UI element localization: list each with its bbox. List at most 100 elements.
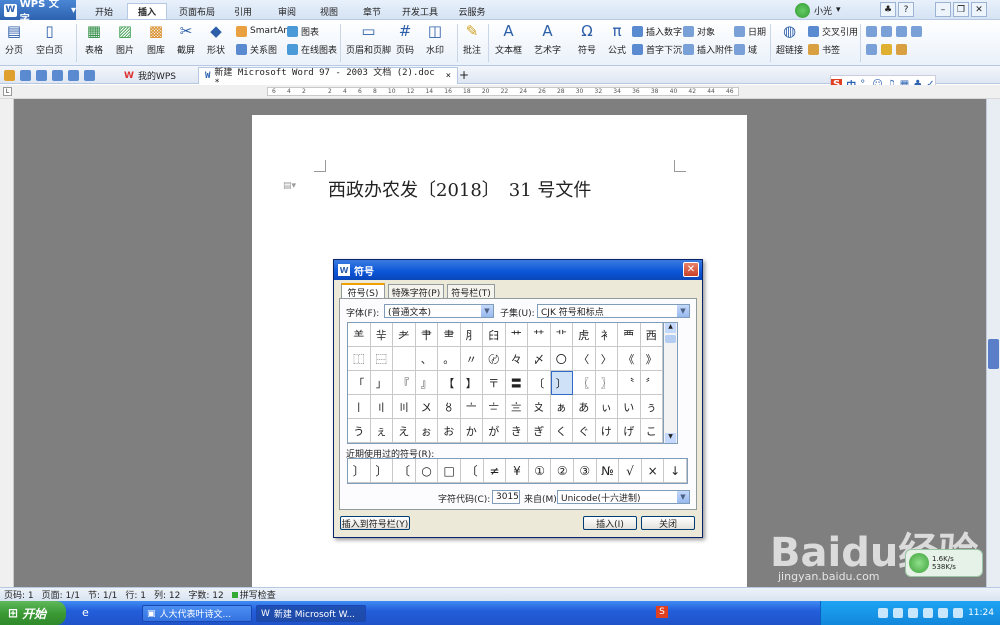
recent-symbol-cell[interactable]: ↓ (664, 459, 687, 483)
symbol-cell[interactable]: え (393, 419, 416, 443)
symbol-cell[interactable]: い (618, 395, 641, 419)
gallery-button[interactable]: ▩ 图库 (146, 22, 166, 56)
symbol-cell[interactable]: ⻂ (595, 323, 618, 347)
app-menu-button[interactable]: W WPS 文字 ▾ (0, 0, 76, 25)
symbol-cell[interactable]: ⻃ (618, 323, 641, 347)
symbol-cell[interactable]: 〕 (550, 371, 573, 395)
subset-select[interactable]: CJK 符号和标点 ▼ (537, 304, 690, 318)
symbol-cell[interactable]: 」 (370, 371, 393, 395)
document-title-text[interactable]: 西政办农发〔2018〕 31 号文件 (328, 176, 591, 202)
recent-symbol-cell[interactable]: ¥ (506, 459, 529, 483)
close-icon[interactable]: × (446, 71, 451, 81)
symbol-cell[interactable]: け (595, 419, 618, 443)
insert-to-bar-button[interactable]: 插入到符号栏(Y) (340, 516, 410, 530)
symbol-cell[interactable]: 〢 (370, 395, 393, 419)
recent-symbol-cell[interactable]: □ (438, 459, 461, 483)
print-icon[interactable] (36, 70, 47, 81)
ruler-scale[interactable]: 6 4 2 2 4 6 8 10 12 14 16 18 20 22 24 26 28 30 32 34 36 38 40 4… (267, 87, 739, 96)
symbol-cell[interactable]: 「 (348, 371, 371, 395)
recent-symbol-cell[interactable]: × (641, 459, 665, 483)
start-button[interactable]: ⊞ 开始 (0, 601, 66, 625)
shape-button[interactable]: ◆ 形状 (206, 22, 226, 56)
symbol-cell[interactable]: 〒 (483, 371, 506, 395)
recent-symbol-cell[interactable]: 〔 (461, 459, 484, 483)
taskbar-item[interactable]: W 新建 Microsoft W... (256, 605, 366, 622)
symbol-cell[interactable]: ⻄ (640, 323, 663, 347)
status-words[interactable]: 字数: 12 (188, 588, 223, 601)
wordart-button[interactable]: A 艺术字 (534, 22, 561, 56)
recent-symbol-cell[interactable]: ≠ (483, 459, 507, 483)
symbol-cell[interactable]: 〧 (483, 395, 506, 419)
tray-icon[interactable] (893, 608, 904, 618)
open-icon[interactable] (4, 70, 15, 81)
symbol-cell[interactable]: ⿱ (370, 347, 393, 371)
smartart-button[interactable]: SmartArt (236, 24, 291, 38)
symbol-cell[interactable]: 》 (640, 347, 663, 371)
chart-button[interactable]: 图表 (287, 24, 319, 38)
symbol-cell[interactable]: 〆 (528, 347, 551, 371)
preview-icon[interactable] (52, 70, 63, 81)
symbol-cell[interactable]: 〓 (505, 371, 528, 395)
help-icon[interactable]: ? (898, 2, 914, 17)
taskbar-item[interactable]: ▣ 人大代表叶诗文... (142, 605, 252, 622)
recent-symbol-cell[interactable]: ② (551, 459, 574, 483)
minimize-button[interactable]: – (935, 2, 951, 17)
symbol-cell[interactable] (393, 347, 416, 371)
tab-start[interactable]: 开始 (84, 3, 124, 19)
field-button[interactable]: 域 (734, 42, 757, 56)
scroll-up-icon[interactable]: ▲ (665, 323, 676, 333)
symbol-cell[interactable]: 〇 (550, 347, 573, 371)
scroll-thumb[interactable] (665, 335, 676, 343)
recent-symbol-cell[interactable]: № (596, 459, 620, 483)
close-button[interactable]: ✕ (971, 2, 987, 17)
symbol-cell[interactable]: ぇ (370, 419, 393, 443)
symbol-button[interactable]: Ω 符号 (577, 22, 597, 56)
tab-stop-selector[interactable]: L (3, 87, 12, 96)
hyperlink-button[interactable]: ◍ 超链接 (776, 22, 803, 56)
lock-icon[interactable] (896, 44, 907, 55)
recent-symbol-cell[interactable]: ③ (574, 459, 597, 483)
symbol-cell[interactable]: 《 (618, 347, 641, 371)
symbol-cell[interactable]: 々 (505, 347, 528, 371)
recent-symbol-cell[interactable]: 〕 (348, 459, 371, 483)
format-icon[interactable] (911, 26, 922, 37)
symbol-cell[interactable]: 、 (415, 347, 438, 371)
font-select[interactable]: (普通文本) ▼ (384, 304, 494, 318)
formula-button[interactable]: π 公式 (607, 22, 627, 56)
vertical-scrollbar[interactable] (986, 99, 1000, 587)
tab-review[interactable]: 审阅 (270, 3, 304, 19)
symbol-cell[interactable]: ⺿ (528, 323, 551, 347)
symbol-cell[interactable]: ぉ (415, 419, 438, 443)
object-button[interactable]: 对象 (683, 24, 715, 38)
symbol-cell[interactable]: 〃 (460, 347, 483, 371)
symbol-cell[interactable]: 〩 (528, 395, 551, 419)
tab-developer[interactable]: 开发工具 (398, 3, 442, 19)
restore-button[interactable]: ❐ (953, 2, 969, 17)
recent-symbol-cell[interactable]: √ (619, 459, 642, 483)
tab-references[interactable]: 引用 (226, 3, 260, 19)
symbol-cell[interactable]: ぐ (573, 419, 596, 443)
symbol-cell[interactable]: 〉 (595, 347, 618, 371)
new-tab-button[interactable]: + (459, 68, 469, 82)
watermark-button[interactable]: ◫ 水印 (425, 22, 445, 56)
sogou-tray-icon[interactable]: S (656, 606, 668, 618)
symbol-cell[interactable]: ⻀ (550, 323, 573, 347)
tray-icon[interactable] (878, 608, 889, 618)
symbol-cell[interactable]: 〣 (393, 395, 416, 419)
symbol-cell[interactable]: ⺾ (505, 323, 528, 347)
tray-icon[interactable] (938, 608, 949, 618)
date-button[interactable]: 日期 (734, 24, 766, 38)
symbol-cell[interactable]: ぁ (550, 395, 573, 419)
symbol-cell[interactable]: 】 (460, 371, 483, 395)
recent-symbol-cell[interactable]: 〕 (370, 459, 394, 483)
spellcheck-status[interactable]: 拼写检查 (231, 588, 276, 601)
dialog-title-bar[interactable]: W 符号 (334, 260, 702, 280)
screenshot-button[interactable]: ✂ 截屏 (176, 22, 196, 56)
symbol-cell[interactable]: 〤 (415, 395, 438, 419)
symbol-cell[interactable]: ⻁ (573, 323, 596, 347)
clock[interactable]: 11:24 (968, 608, 994, 618)
symbol-cell[interactable]: 『 (393, 371, 416, 395)
tab-symbol-bar[interactable]: 符号栏(T) (447, 284, 495, 299)
recent-symbol-cell[interactable]: ○ (415, 459, 439, 483)
tab-view[interactable]: 视图 (312, 3, 346, 19)
